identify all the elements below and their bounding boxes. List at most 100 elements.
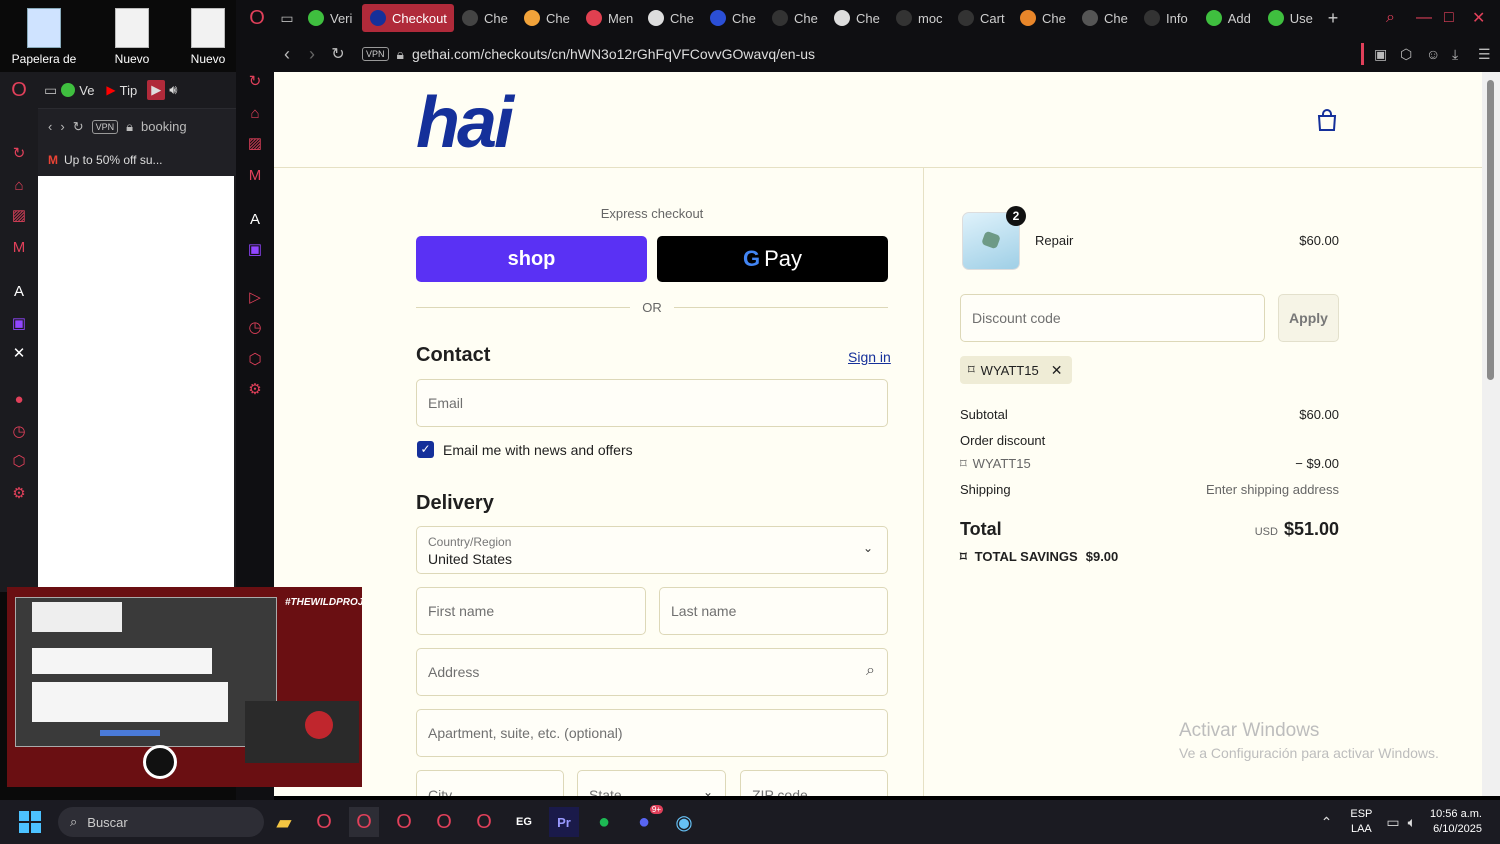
bookmark-item[interactable]: Up to 50% off su... [64,153,163,167]
new-tab-button[interactable]: + [1328,8,1339,29]
opera-icon[interactable]: O [429,807,459,837]
back-icon[interactable]: ‹ [48,119,52,134]
news-checkbox[interactable]: ✓ [417,441,434,458]
tab-10[interactable]: Cart [950,4,1012,32]
new-document-icon[interactable]: Nuevo [92,0,172,66]
opera-menu-icon[interactable]: O [240,7,274,30]
recycle-bin-icon[interactable]: Papelera de [4,0,84,66]
reload-icon[interactable]: ↻ [73,119,84,135]
apartment-field[interactable]: Apartment, suite, etc. (optional) [416,709,888,757]
app-icon[interactable]: A [9,282,29,302]
speaker-icon[interactable]: 🔊︎ [169,82,177,98]
maximize-icon[interactable]: □ [1444,9,1472,27]
mail-icon[interactable]: M [9,238,29,258]
scrollbar-thumb[interactable] [1487,80,1494,380]
tab-label[interactable]: Ve [79,83,94,98]
tab-3[interactable]: Che [516,4,578,32]
tab-15[interactable]: Use [1260,4,1322,32]
windows-start-icon[interactable] [15,807,45,837]
tab-4[interactable]: Men [578,4,640,32]
tab-14[interactable]: Add [1198,4,1260,32]
opera-icon[interactable]: O [349,807,379,837]
address-text[interactable]: booking [141,119,187,134]
opera-icon[interactable]: O [469,807,499,837]
file-explorer-icon[interactable]: ▰ [269,807,299,837]
sign-in-link[interactable]: Sign in [848,349,891,367]
snapshot-icon[interactable]: ▣ [1374,46,1400,63]
last-name-field[interactable]: Last name [659,587,888,635]
shopping-icon[interactable]: ⌂ [245,104,265,124]
profile-icon[interactable]: ☺ [1426,46,1452,62]
app-icon[interactable]: A [245,210,265,230]
forward-icon[interactable]: › [300,44,324,65]
volume-icon[interactable]: 🔈︎ [1408,814,1416,831]
easy-setup-icon[interactable]: ☰ [1478,46,1500,63]
reload-icon[interactable]: ↻ [324,44,352,64]
zip-field[interactable]: ZIP code [740,770,888,796]
tab-13[interactable]: Info [1136,4,1198,32]
vpn-badge[interactable]: VPN [362,47,389,61]
tab-11[interactable]: Che [1012,4,1074,32]
aria-icon[interactable]: ↻ [245,72,265,92]
x-icon[interactable]: ✕ [9,344,29,364]
url-text[interactable]: gethai.com/checkouts/cn/hWN3o12rGhFqVFCo… [412,46,815,62]
network-icon[interactable]: ▭ [1386,814,1399,831]
settings-icon[interactable]: ⚙ [245,380,265,400]
download-icon[interactable]: ⤓ [1452,46,1478,63]
tab-7[interactable]: Che [764,4,826,32]
taskbar-search[interactable]: ⌕ Buscar [58,807,264,837]
chevron-up-icon[interactable]: ⌃ [1321,814,1333,831]
tab-0[interactable]: Veri [300,4,362,32]
steam-icon[interactable]: ◉ [669,807,699,837]
tab-12[interactable]: Che [1074,4,1136,32]
wallet-icon[interactable]: ▨ [9,206,29,226]
google-pay-button[interactable]: G Pay [657,236,888,282]
opera-icon[interactable]: O [389,807,419,837]
cart-bag-icon[interactable] [1316,108,1338,132]
spotify-icon[interactable]: ● [589,807,619,837]
premiere-icon[interactable]: Pr [549,807,579,837]
state-select[interactable]: State ⌄ [577,770,726,796]
discord-icon[interactable]: ● 9+ [629,805,663,837]
opera-icon[interactable]: O [309,807,339,837]
tab-6[interactable]: Che [702,4,764,32]
picture-in-picture-video[interactable]: #THEWILDPROJECT [7,587,362,787]
first-name-field[interactable]: First name [416,587,646,635]
shopping-icon[interactable]: ⌂ [9,176,29,196]
minimize-icon[interactable]: — [1416,9,1444,27]
epic-games-icon[interactable]: EG [509,807,539,837]
brand-logo[interactable]: hai [416,82,514,164]
forward-icon[interactable]: › [60,119,64,134]
remove-discount-icon[interactable]: ✕ [1051,362,1063,379]
history-icon[interactable]: ◷ [245,318,265,338]
tab-5[interactable]: Che [640,4,702,32]
tab-label[interactable]: Tip [120,83,138,98]
search-icon[interactable]: ⌕ [1386,9,1416,27]
settings-icon[interactable]: ⚙ [9,484,29,504]
clock[interactable]: 10:56 a.m. 6/10/2025 [1430,807,1482,837]
country-select[interactable]: Country/Region United States ⌄ [416,526,888,574]
vpn-badge[interactable]: VPN [91,119,119,134]
extensions-icon[interactable]: ⬡ [1400,46,1426,63]
opera-logo-icon[interactable]: O [9,80,29,100]
city-field[interactable]: City [416,770,564,796]
tab-menu-icon[interactable]: ▭ [274,10,300,27]
language-indicator[interactable]: ESP LAA [1350,807,1372,837]
youtube-icon[interactable]: ▶ [147,80,166,100]
extensions-icon[interactable]: ⬡ [9,452,29,472]
twitch-icon[interactable]: ▣ [245,240,265,260]
tab-8[interactable]: Che [826,4,888,32]
back-icon[interactable]: ‹ [274,44,300,65]
twitch-icon[interactable]: ▣ [9,314,29,334]
music-icon[interactable]: ● [9,390,29,410]
aria-icon[interactable]: ↻ [9,144,29,164]
new-document-icon[interactable]: Nuevo [178,0,238,66]
shop-pay-button[interactable]: shop [416,236,647,282]
tab-menu-icon[interactable]: ▭ [44,82,57,99]
tab-9[interactable]: moc [888,4,950,32]
wallet-icon[interactable]: ▨ [245,134,265,154]
tab-1[interactable]: Checkout [362,4,454,32]
email-field[interactable]: Email [416,379,888,427]
apply-button[interactable]: Apply [1278,294,1339,342]
address-field[interactable]: Address ⌕ [416,648,888,696]
